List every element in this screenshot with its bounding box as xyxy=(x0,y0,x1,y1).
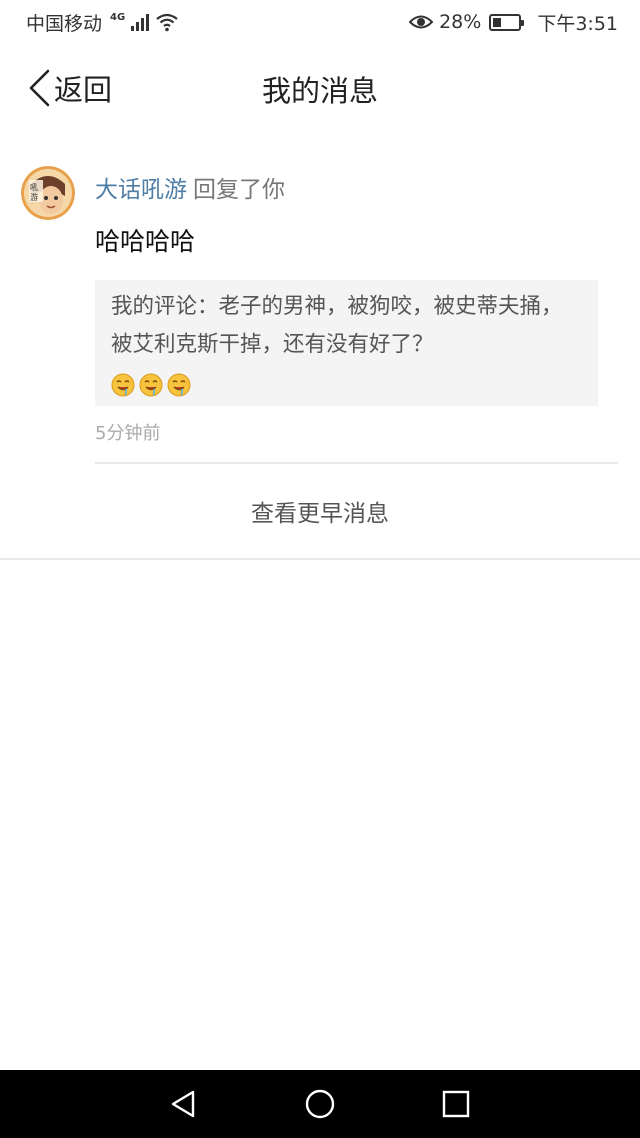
message-item[interactable]: 吼 游 大话吼游 回复了你 哈哈哈哈 我的评论：老子的男神，被狗咬，被史蒂夫捅，被… xyxy=(0,160,640,464)
svg-text:吼: 吼 xyxy=(30,183,38,192)
message-header: 大话吼游 回复了你 xyxy=(95,170,285,204)
avatar[interactable]: 吼 游 xyxy=(21,166,75,220)
home-circle-icon[interactable] xyxy=(300,1084,340,1124)
signal-icon xyxy=(131,13,150,31)
status-left: 中国移动 4G xyxy=(26,9,179,36)
clock: 下午3:51 xyxy=(537,12,618,35)
svg-text:游: 游 xyxy=(30,192,38,202)
carrier-label: 中国移动 xyxy=(26,12,103,35)
reply-action-label: 回复了你 xyxy=(193,177,285,203)
wifi-icon xyxy=(155,12,179,32)
drooling-emoji-icon xyxy=(139,372,163,410)
system-nav-bar xyxy=(0,1070,640,1138)
page-title: 我的消息 xyxy=(261,74,378,108)
battery-icon xyxy=(489,13,525,31)
status-right: 28% 下午3:51 xyxy=(409,9,618,36)
emoji-row xyxy=(111,372,582,410)
battery-fill xyxy=(493,17,502,27)
quoted-comment-text: 我的评论：老子的男神，被狗咬，被史蒂夫捅，被艾利克斯干掉，还有没有好了？ xyxy=(111,294,563,357)
battery-percent: 28% xyxy=(439,11,482,33)
load-earlier-button[interactable]: 查看更早消息 xyxy=(0,464,640,560)
sender-name[interactable]: 大话吼游 xyxy=(95,177,187,203)
drooling-emoji-icon xyxy=(167,372,191,410)
network-type-label: 4G xyxy=(110,11,126,23)
message-timestamp: 5分钟前 xyxy=(95,423,161,444)
back-triangle-icon[interactable] xyxy=(164,1084,204,1124)
nav-bar: 返回 我的消息 xyxy=(0,44,640,132)
eye-comfort-icon xyxy=(409,13,434,31)
drooling-emoji-icon xyxy=(111,372,135,410)
status-bar: 中国移动 4G 28% 下午3:51 xyxy=(0,0,640,44)
quoted-comment[interactable]: 我的评论：老子的男神，被狗咬，被史蒂夫捅，被艾利克斯干掉，还有没有好了？ xyxy=(95,280,598,406)
recents-square-icon[interactable] xyxy=(436,1084,476,1124)
message-body: 哈哈哈哈 xyxy=(95,227,196,256)
